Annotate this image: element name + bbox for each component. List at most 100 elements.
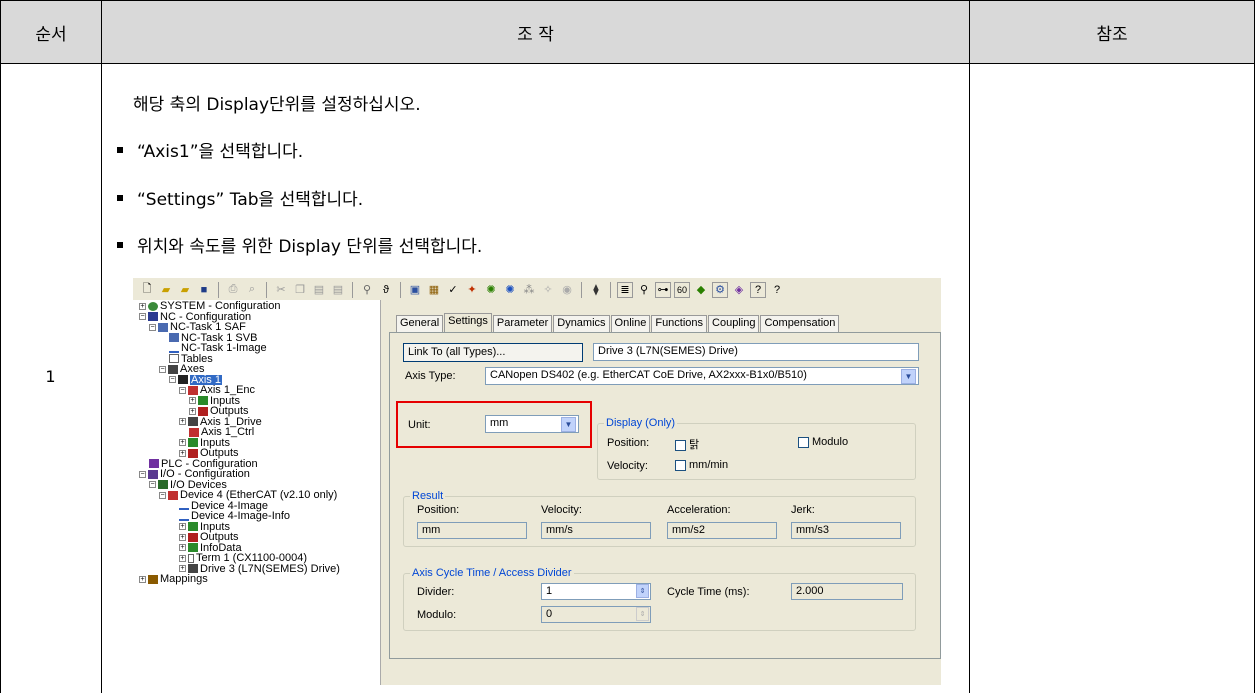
copy-icon[interactable]: ❐ <box>292 282 308 298</box>
twincat-screenshot: 🗋 ▰ ▰ ■ ⎙ ⌕ ✂ ❐ ▤ ▤ ⚲ ϑ ▣ ▦ ✓ ✦ ✺ ✺ ⁂ ✧ … <box>133 278 941 685</box>
expand-icon[interactable]: + <box>179 533 186 541</box>
tools-icon[interactable]: ⚙ <box>712 281 728 298</box>
tree-item-enc-outputs[interactable]: + Outputs <box>189 406 249 417</box>
run-mode-icon[interactable]: ✺ <box>483 282 499 298</box>
tree-item-nc-task-image[interactable]: NC-Task 1-Image <box>169 343 267 354</box>
link-to-button[interactable]: Link To (all Types)... <box>403 343 583 362</box>
toolbar-separator <box>610 281 611 298</box>
find-next-icon[interactable]: ϑ <box>378 282 394 298</box>
checkbox-icon[interactable] <box>675 439 686 451</box>
tab-parameter[interactable]: Parameter <box>492 315 553 332</box>
tree-item-axis1-enc[interactable]: − Axis 1_Enc <box>179 385 255 396</box>
expand-icon[interactable]: + <box>179 449 186 457</box>
tree-item-axes[interactable]: − Axes <box>159 364 204 375</box>
tree-item-label: Mappings <box>160 573 208 585</box>
tree-item-device4[interactable]: − Device 4 (EtherCAT (v2.10 only) <box>159 490 337 501</box>
modulo-spinner[interactable]: 0 <box>541 606 651 623</box>
open-folder-icon[interactable]: ▰ <box>177 282 193 298</box>
tree-item-mappings[interactable]: + Mappings <box>139 574 208 585</box>
tree-item-device-outputs[interactable]: + Outputs <box>179 532 239 543</box>
expand-icon[interactable]: + <box>179 439 186 447</box>
tree-item-axis1-ctrl[interactable]: Axis 1_Ctrl <box>189 427 254 438</box>
tree-item-system[interactable]: + SYSTEM - Configuration <box>139 301 280 312</box>
result-velocity-field: mm/s <box>541 522 651 539</box>
tree-item-label: Term 1 (CX1100-0004) <box>196 552 308 564</box>
tree-item-device4-image-info[interactable]: Device 4-Image-Info <box>179 511 290 522</box>
zoom-icon[interactable]: ⚲ <box>636 282 652 298</box>
print-icon[interactable]: ⎙ <box>225 282 241 298</box>
collapse-icon[interactable]: − <box>179 386 186 394</box>
network-icon[interactable]: ⊶ <box>655 281 671 298</box>
collapse-icon[interactable]: − <box>139 313 146 321</box>
expand-icon[interactable]: + <box>179 554 186 562</box>
add-device-icon[interactable]: ⧫ <box>588 282 604 298</box>
save-icon[interactable]: ■ <box>196 282 212 298</box>
generate-mappings-icon[interactable]: ▦ <box>426 282 442 298</box>
cycle-group-title: Axis Cycle Time / Access Divider <box>410 567 574 579</box>
open-folder-icon[interactable]: ▰ <box>158 282 174 298</box>
expand-icon[interactable]: + <box>139 575 146 583</box>
check-icon[interactable]: ✓ <box>445 282 461 298</box>
collapse-icon[interactable]: − <box>139 470 146 478</box>
tab-coupling[interactable]: Coupling <box>708 315 760 332</box>
tab-online[interactable]: Online <box>610 315 651 332</box>
expand-icon[interactable]: + <box>179 544 186 552</box>
print-preview-icon[interactable]: ⌕ <box>244 282 260 298</box>
velocity-checkbox[interactable]: mm/min <box>675 459 728 471</box>
collapse-icon[interactable]: − <box>149 323 156 331</box>
tree-item-label: SYSTEM - Configuration <box>160 300 281 312</box>
linked-drive-field[interactable]: Drive 3 (L7N(SEMES) Drive) <box>593 343 919 361</box>
expand-icon[interactable]: + <box>189 397 196 405</box>
tree-item-term1[interactable]: + Term 1 (CX1100-0004) <box>179 553 307 564</box>
expand-icon[interactable]: + <box>139 302 146 310</box>
collapse-icon[interactable]: − <box>159 365 166 373</box>
axis-type-select[interactable]: CANopen DS402 (e.g. EtherCAT CoE Drive, … <box>485 367 919 385</box>
tab-dynamics[interactable]: Dynamics <box>553 315 610 332</box>
expand-icon[interactable]: + <box>179 565 186 573</box>
grid-line <box>0 0 1 693</box>
collapse-icon[interactable]: − <box>169 376 176 384</box>
image-icon <box>179 501 189 511</box>
paste-icon[interactable]: ▤ <box>311 282 327 298</box>
config-mode-icon[interactable]: ✺ <box>502 282 518 298</box>
chevron-down-icon[interactable]: ▼ <box>901 369 916 384</box>
position-checkbox[interactable]: 탉 <box>675 436 699 452</box>
help-icon[interactable]: ? <box>750 281 766 298</box>
target-browser-icon[interactable]: ◆ <box>693 282 709 298</box>
info-system-icon[interactable]: ◈ <box>731 282 747 298</box>
tree-item-io[interactable]: − I/O - Configuration <box>139 469 250 480</box>
scan-icon[interactable]: ⁂ <box>521 282 537 298</box>
new-file-icon[interactable]: 🗋 <box>139 282 155 298</box>
activate-icon[interactable]: ✦ <box>464 282 480 298</box>
context-help-icon[interactable]: ? <box>769 282 785 298</box>
cut-icon[interactable]: ✂ <box>273 282 289 298</box>
free-run-icon[interactable]: ✧ <box>540 282 556 298</box>
tree-item-nc-task-saf[interactable]: − NC-Task 1 SAF <box>149 322 246 333</box>
collapse-icon[interactable]: − <box>149 481 156 489</box>
checkbox-icon[interactable] <box>798 436 809 448</box>
modulo-checkbox[interactable]: Modulo <box>798 436 848 448</box>
tab-settings[interactable]: Settings <box>444 313 492 332</box>
expand-icon[interactable]: + <box>179 523 186 531</box>
divider-spinner[interactable]: 1 <box>541 583 651 600</box>
expand-icon[interactable]: + <box>179 418 186 426</box>
oscilloscope-icon[interactable]: 60 <box>674 281 690 298</box>
tab-general[interactable]: General <box>396 315 444 332</box>
list-view-icon[interactable]: ≣ <box>617 281 633 298</box>
expand-icon[interactable]: + <box>189 407 196 415</box>
paste-icon[interactable]: ▤ <box>330 282 346 298</box>
tab-compensation[interactable]: Compensation <box>760 315 840 332</box>
tree-item-axis-outputs[interactable]: + Outputs <box>179 448 239 459</box>
checkbox-icon[interactable] <box>675 459 686 471</box>
collapse-icon[interactable]: − <box>159 491 166 499</box>
target-icon[interactable]: ◉ <box>559 282 575 298</box>
spinner-arrows-icon[interactable]: ⇕ <box>636 607 649 621</box>
cycle-time-label: Cycle Time (ms): <box>667 586 750 598</box>
result-acceleration-label: Acceleration: <box>667 504 731 516</box>
find-icon[interactable]: ⚲ <box>359 282 375 298</box>
window-icon[interactable]: ▣ <box>407 282 423 298</box>
tab-functions[interactable]: Functions <box>651 315 708 332</box>
result-group-title: Result <box>410 490 446 502</box>
bullet-item: “Axis1”을 선택합니다. <box>117 137 303 162</box>
spinner-arrows-icon[interactable]: ⇕ <box>636 584 649 598</box>
